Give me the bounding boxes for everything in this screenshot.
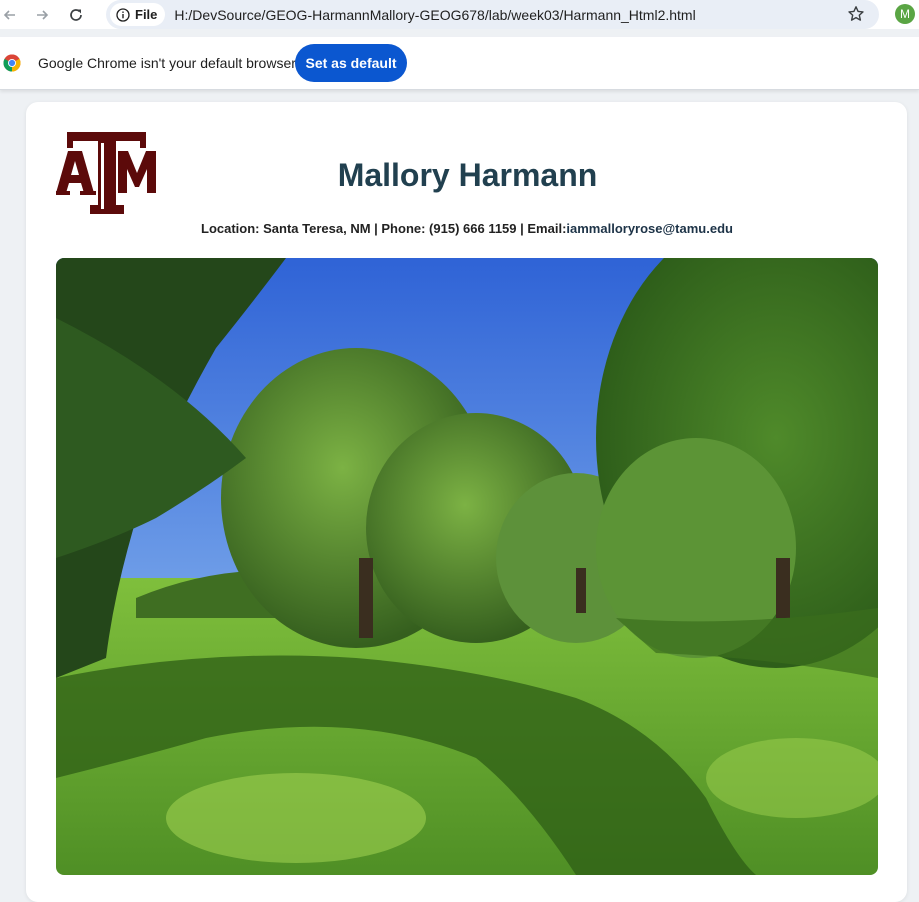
reload-icon [70, 8, 82, 21]
back-arrow-icon [3, 9, 15, 20]
contact-email: iammalloryrose@tamu.edu [566, 221, 733, 236]
site-info-label: File [135, 7, 158, 22]
back-button[interactable] [0, 3, 22, 27]
orchard-photo [56, 258, 878, 875]
info-icon [116, 7, 130, 22]
url-text[interactable]: H:/DevSource/GEOG-HarmannMallory-GEOG678… [174, 7, 695, 23]
browser-toolbar: File H:/DevSource/GEOG-HarmannMallory-GE… [0, 0, 919, 29]
address-bar[interactable]: File H:/DevSource/GEOG-HarmannMallory-GE… [106, 0, 879, 29]
tamu-logo-icon [56, 132, 156, 214]
profile-avatar[interactable]: M [895, 4, 915, 24]
set-as-default-button[interactable]: Set as default [295, 44, 407, 82]
forward-button[interactable] [30, 3, 54, 27]
reload-button[interactable] [64, 3, 88, 27]
star-icon[interactable] [847, 5, 865, 23]
site-info-chip[interactable]: File [110, 3, 166, 26]
page-title: Mallory Harmann [337, 157, 598, 193]
forward-arrow-icon [37, 9, 49, 20]
infobar-message: Google Chrome isn't your default browser [38, 55, 296, 71]
chrome-logo-icon [3, 54, 21, 72]
default-browser-infobar: Google Chrome isn't your default browser… [0, 37, 919, 90]
contact-details: Location: Santa Teresa, NM | Phone: (915… [201, 221, 567, 236]
contact-info: Location: Santa Teresa, NM | Phone: (915… [56, 221, 878, 236]
